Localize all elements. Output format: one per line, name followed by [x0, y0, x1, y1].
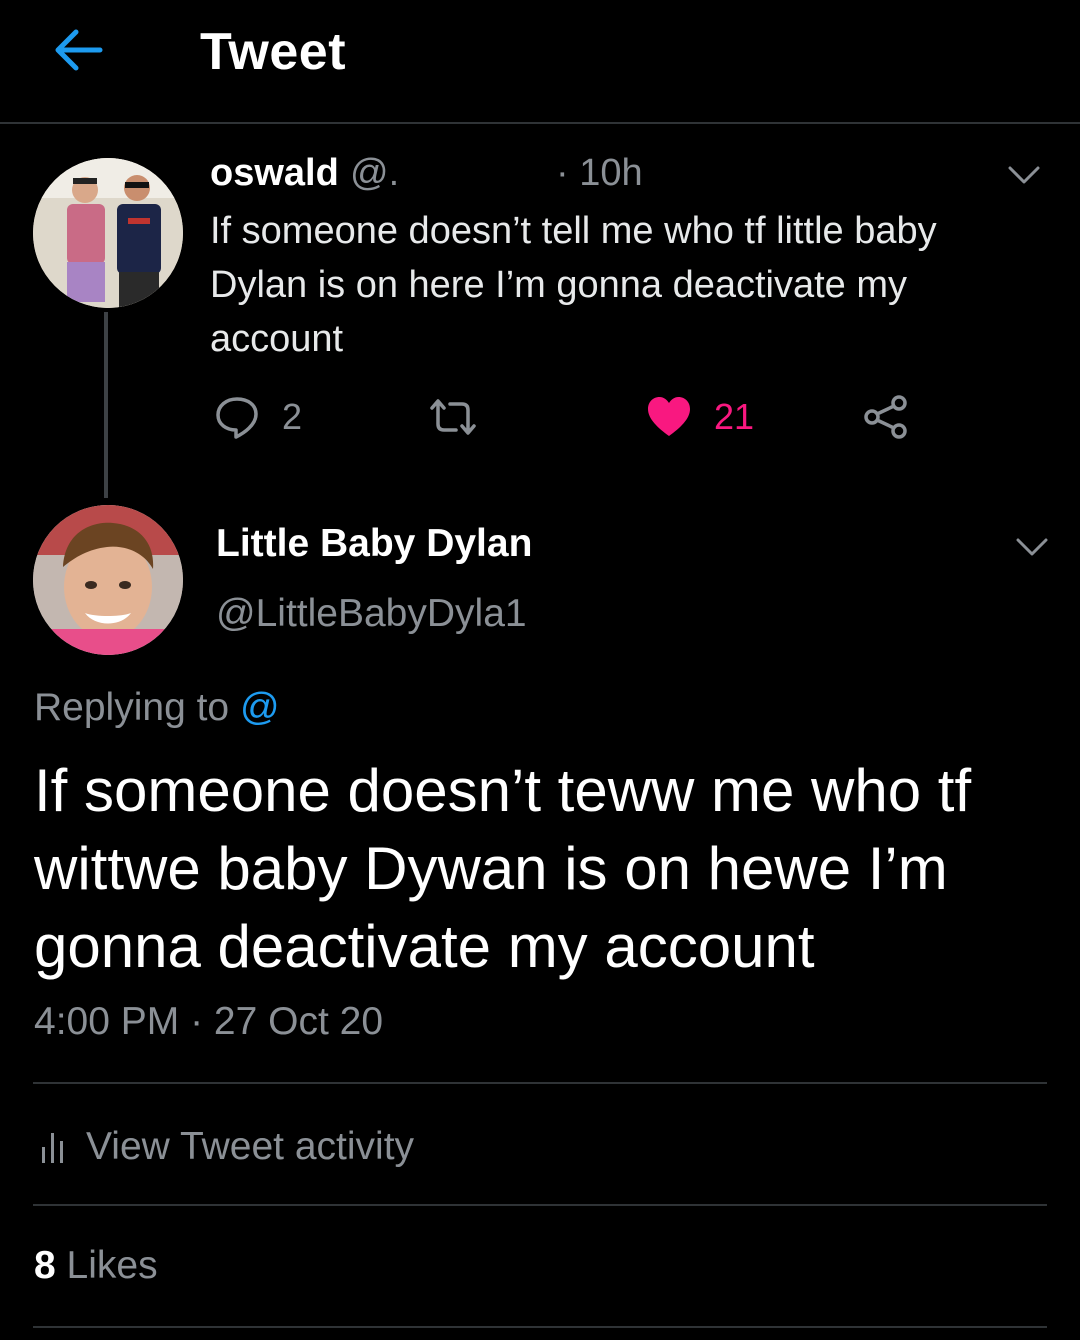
top-bar: Tweet [0, 0, 1080, 124]
reply-count: 2 [282, 396, 303, 437]
likes-count: 8 [34, 1244, 56, 1287]
page-title: Tweet [200, 23, 347, 81]
likes-label: Likes [55, 1244, 158, 1287]
view-activity-label: View Tweet activity [86, 1125, 415, 1168]
like-count: 21 [714, 396, 755, 437]
divider [33, 1204, 1047, 1206]
avatar[interactable] [33, 505, 183, 655]
reply-button[interactable]: 2 [214, 394, 302, 440]
reply-more-button[interactable] [1012, 526, 1052, 566]
heart-filled-icon [648, 397, 690, 436]
tweet-date: 27 Oct 20 [213, 1000, 384, 1043]
parent-author-handle[interactable]: @. [350, 152, 399, 195]
parent-tweet-text: If someone doesn’t tell me who tf little… [210, 210, 937, 360]
bar-chart-icon [42, 1133, 63, 1163]
share-icon [864, 395, 907, 439]
retweet-button[interactable] [426, 394, 502, 440]
parent-timestamp: · 10h [556, 152, 643, 194]
comment-icon [216, 397, 258, 439]
parent-more-button[interactable] [1004, 154, 1044, 194]
profile-photo [33, 505, 183, 655]
replying-handle-link[interactable]: @ [240, 686, 280, 729]
meta-separator: · [179, 1000, 214, 1043]
chevron-down-icon [1008, 166, 1040, 184]
thread-line [104, 312, 108, 498]
share-button[interactable] [862, 394, 910, 440]
back-button[interactable] [50, 22, 106, 78]
tweet-meta: 4:00 PM · 27 Oct 20 [34, 1000, 383, 1044]
like-button[interactable]: 21 [646, 394, 754, 440]
view-activity-button[interactable]: View Tweet activity [40, 1122, 414, 1172]
profile-photo [33, 158, 183, 308]
chevron-down-icon [1016, 538, 1048, 556]
arrow-left-icon [55, 29, 103, 71]
likes-summary[interactable]: 8 Likes [34, 1244, 158, 1288]
retweet-icon [430, 399, 476, 435]
tweet-time: 4:00 PM [34, 1000, 180, 1043]
replying-label: Replying to [34, 686, 230, 729]
reply-author-name[interactable]: Little Baby Dylan [216, 522, 532, 566]
reply-tweet-text: If someone doesn’t teww me who tf wittwe… [34, 757, 972, 980]
replying-to: Replying to @ [34, 686, 280, 730]
reply-author-handle[interactable]: @LittleBabyDyla1 [216, 592, 527, 636]
divider [33, 1082, 1047, 1084]
divider [33, 1326, 1047, 1328]
avatar[interactable] [33, 158, 183, 308]
parent-author-name[interactable]: oswald [210, 152, 339, 195]
